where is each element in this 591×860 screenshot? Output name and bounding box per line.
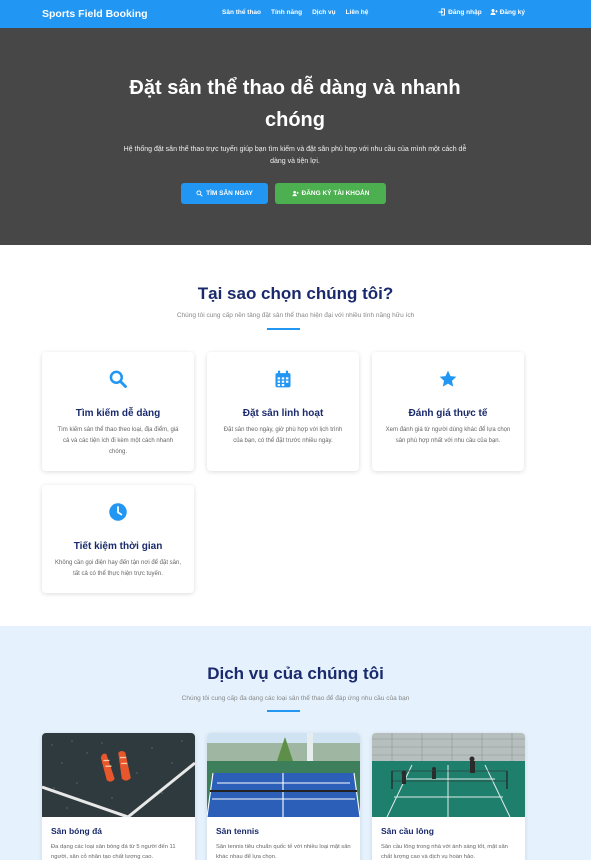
feature-desc: Tìm kiếm sân thể thao theo loại, địa điể… bbox=[57, 427, 179, 455]
services-subtitle: Chúng tôi cung cấp đa dạng các loại sân … bbox=[181, 695, 410, 702]
brand-logo[interactable]: Sports Field Booking bbox=[42, 8, 148, 20]
nav-link-contact[interactable]: Liên hệ bbox=[346, 9, 369, 16]
services-title: Dịch vụ của chúng tôi bbox=[207, 664, 384, 683]
why-subtitle: Chúng tôi cung cấp nền tảng đặt sân thể … bbox=[176, 312, 415, 319]
feature-card: Tìm kiếm dễ dàng Tìm kiếm sân thể thao t… bbox=[42, 352, 194, 471]
hero-subtitle: Hệ thống đặt sân thể thao trực tuyến giú… bbox=[123, 146, 467, 165]
football-image bbox=[42, 733, 195, 817]
user-plus-icon bbox=[490, 9, 498, 15]
service-card-badminton[interactable]: Sân cầu lông Sân cầu lông trong nhà với … bbox=[372, 733, 525, 860]
service-desc: Sân cầu lông trong nhà với ánh sáng tốt,… bbox=[381, 844, 508, 860]
register-account-button[interactable]: ĐĂNG KÝ TÀI KHOẢN bbox=[275, 183, 386, 204]
register-account-label: ĐĂNG KÝ TÀI KHOẢN bbox=[301, 190, 370, 197]
search-icon bbox=[109, 370, 127, 388]
badminton-image bbox=[372, 733, 525, 817]
why-section: Tại sao chọn chúng tôi? Chúng tôi cung c… bbox=[0, 245, 591, 626]
feature-card: Đánh giá thực tế Xem đánh giá từ người d… bbox=[372, 352, 524, 471]
auth-links: Đăng nhập Đăng ký bbox=[438, 8, 525, 16]
services-section: Dịch vụ của chúng tôi Chúng tôi cung cấp… bbox=[0, 626, 591, 860]
service-title: Sân cầu lông bbox=[381, 826, 434, 836]
feature-title: Đánh giá thực tế bbox=[408, 408, 488, 419]
feature-title: Tiết kiệm thời gian bbox=[73, 541, 163, 552]
clock-icon bbox=[109, 503, 127, 521]
section-divider bbox=[267, 710, 300, 712]
star-icon bbox=[439, 370, 457, 387]
feature-title: Đặt sân linh hoạt bbox=[242, 408, 324, 419]
tennis-image bbox=[207, 733, 360, 817]
navbar: Sports Field Booking Sân thể thao Tính n… bbox=[0, 0, 591, 28]
user-plus-icon bbox=[291, 190, 299, 197]
feature-title: Tìm kiếm dễ dàng bbox=[75, 408, 161, 419]
feature-desc: Đặt sân theo ngày, giờ phù hợp với lịch … bbox=[223, 427, 343, 444]
search-icon bbox=[196, 190, 203, 197]
nav-link-services[interactable]: Dịch vụ bbox=[312, 9, 335, 16]
feature-desc: Không cần gọi điện hay đến tận nơi để đặ… bbox=[54, 560, 182, 577]
feature-card: Đặt sân linh hoạt Đặt sân theo ngày, giờ… bbox=[207, 352, 359, 471]
service-card-tennis[interactable]: Sân tennis Sân tennis tiêu chuẩn quốc tế… bbox=[207, 733, 360, 860]
login-icon bbox=[438, 8, 446, 16]
section-divider bbox=[267, 328, 300, 330]
nav-link-features[interactable]: Tính năng bbox=[271, 9, 302, 16]
feature-desc: Xem đánh giá từ người dùng khác để lựa c… bbox=[385, 427, 511, 444]
nav-link-fields[interactable]: Sân thể thao bbox=[222, 9, 261, 16]
service-card-football[interactable]: Sân bóng đá Đa dạng các loại sân bóng đá… bbox=[42, 733, 195, 860]
search-fields-button[interactable]: TÌM SÂN NGAY bbox=[181, 183, 268, 204]
login-label: Đăng nhập bbox=[448, 8, 482, 16]
why-title: Tại sao chọn chúng tôi? bbox=[197, 284, 394, 303]
hero-section: Đặt sân thể thao dễ dàng và nhanh chóng … bbox=[0, 28, 591, 245]
calendar-icon bbox=[275, 370, 291, 388]
register-label: Đăng ký bbox=[499, 8, 525, 16]
service-desc: Đa dạng các loại sân bóng đá từ 5 người … bbox=[51, 844, 176, 860]
feature-card: Tiết kiệm thời gian Không cần gọi điện h… bbox=[42, 485, 194, 593]
search-fields-label: TÌM SÂN NGAY bbox=[206, 190, 253, 197]
login-link[interactable]: Đăng nhập bbox=[438, 8, 482, 16]
register-link[interactable]: Đăng ký bbox=[490, 8, 525, 16]
service-title: Sân tennis bbox=[216, 826, 259, 836]
hero-title: Đặt sân thể thao dễ dàng và nhanh chóng bbox=[129, 77, 461, 131]
service-title: Sân bóng đá bbox=[51, 826, 102, 836]
nav-links: Sân thể thao Tính năng Dịch vụ Liên hệ bbox=[222, 9, 368, 16]
service-desc: Sân tennis tiêu chuẩn quốc tế với nhiều … bbox=[216, 844, 351, 860]
